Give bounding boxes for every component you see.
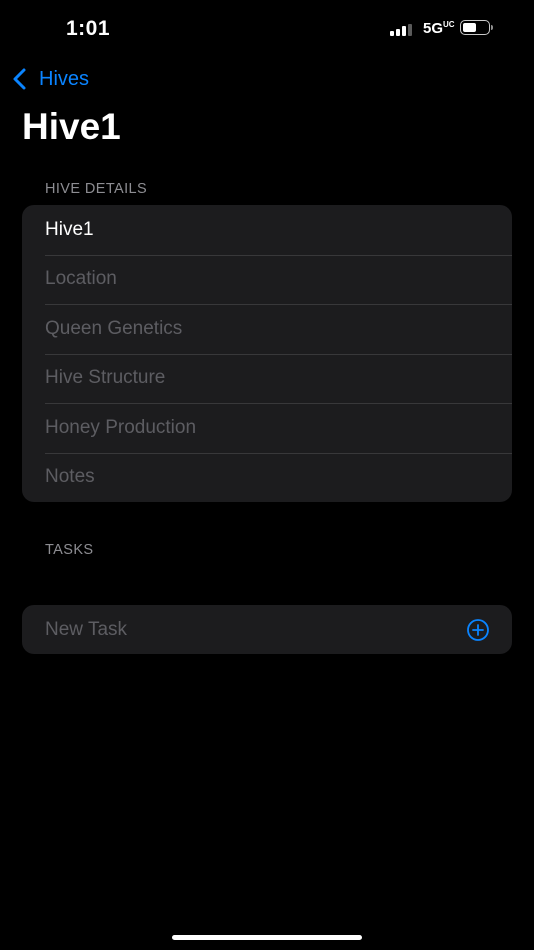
- back-label: Hives: [39, 67, 90, 90]
- queen-genetics-row: [22, 304, 512, 354]
- tasks-group: [22, 605, 512, 654]
- battery-fill: [463, 23, 476, 32]
- notes-field[interactable]: [45, 466, 475, 489]
- status-time: 1:01: [66, 17, 111, 40]
- hive-name-row: [22, 205, 512, 255]
- hive-name-field[interactable]: [45, 218, 475, 241]
- network-label: 5G: [423, 20, 444, 37]
- add-task-icon[interactable]: [466, 618, 490, 642]
- back-button[interactable]: Hives: [10, 64, 89, 94]
- tasks-header: TASKS: [45, 542, 94, 558]
- chevron-left-icon: [13, 68, 26, 90]
- notes-row: [22, 452, 512, 503]
- network-suffix: UC: [443, 20, 455, 29]
- hive-structure-row: [22, 353, 512, 404]
- queen-genetics-field[interactable]: [45, 317, 475, 340]
- status-bar: 1:01 5GUC: [0, 0, 534, 60]
- network-type: 5GUC: [423, 20, 455, 37]
- hive-structure-field[interactable]: [45, 367, 475, 390]
- battery-icon: [460, 20, 494, 37]
- location-field[interactable]: [45, 268, 475, 291]
- page-title: Hive1: [22, 106, 121, 147]
- new-task-field[interactable]: [45, 618, 425, 641]
- honey-production-field[interactable]: [45, 416, 475, 439]
- cellular-signal-icon: [390, 24, 416, 36]
- hive-details-group: [22, 205, 512, 502]
- home-indicator[interactable]: [172, 935, 362, 940]
- hive-details-header: HIVE DETAILS: [45, 181, 148, 197]
- honey-production-row: [22, 403, 512, 453]
- new-task-row: [22, 605, 512, 654]
- location-row: [22, 254, 512, 305]
